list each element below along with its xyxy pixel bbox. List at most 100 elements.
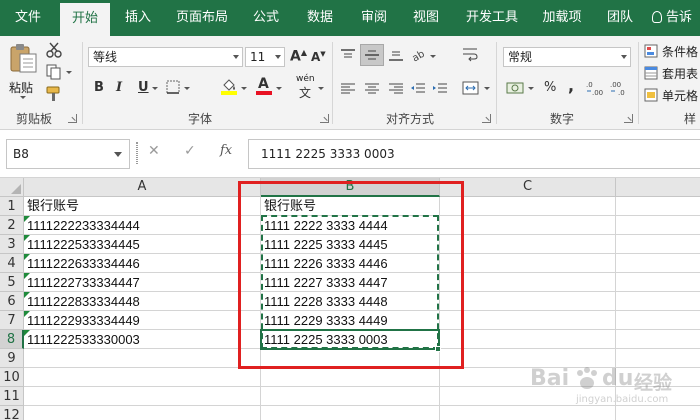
orientation-dropdown-icon[interactable] <box>430 55 436 58</box>
borders-dropdown-icon[interactable] <box>184 87 190 90</box>
row-header[interactable]: 4 <box>0 254 24 273</box>
decrease-font-size-icon[interactable]: A▼ <box>311 50 326 64</box>
cell-d6[interactable] <box>616 292 700 311</box>
currency-dropdown-icon[interactable] <box>528 87 534 90</box>
cell-a11[interactable] <box>24 387 261 406</box>
cell-c2[interactable] <box>440 216 616 235</box>
cell-d2[interactable] <box>616 216 700 235</box>
fill-color-dropdown-icon[interactable] <box>241 87 247 90</box>
tab-team[interactable]: 团队 <box>600 0 640 36</box>
cell-a1[interactable]: 银行账号 <box>24 197 261 216</box>
format-as-table-button[interactable]: 套用表 <box>644 64 700 82</box>
align-right-icon[interactable] <box>388 82 404 96</box>
copy-dropdown-icon[interactable] <box>66 71 72 74</box>
font-color-button[interactable]: A <box>256 76 272 96</box>
cell-a6[interactable]: 1111222833334448 <box>24 292 261 311</box>
insert-function-button[interactable]: fx <box>220 143 232 158</box>
cell-a12[interactable] <box>24 406 261 420</box>
cell-b8[interactable]: 1111 2225 3333 0003 <box>261 330 440 349</box>
row-header[interactable]: 10 <box>0 368 24 387</box>
cell-b4[interactable]: 1111 2226 3333 4446 <box>261 254 440 273</box>
align-center-icon[interactable] <box>364 82 380 96</box>
merge-dropdown-icon[interactable] <box>484 87 490 90</box>
cell-b2[interactable]: 1111 2222 3333 4444 <box>261 216 440 235</box>
cell-d3[interactable] <box>616 235 700 254</box>
tab-developer[interactable]: 开发工具 <box>460 0 524 36</box>
italic-button[interactable]: I <box>116 80 122 95</box>
align-middle-button[interactable] <box>360 44 384 66</box>
cell-a9[interactable] <box>24 349 261 368</box>
tab-review[interactable]: 审阅 <box>354 0 394 36</box>
row-header[interactable]: 8 <box>0 330 24 349</box>
cell-a10[interactable] <box>24 368 261 387</box>
cut-icon[interactable] <box>46 42 62 58</box>
orientation-icon[interactable]: ab <box>410 46 428 62</box>
tab-insert[interactable]: 插入 <box>118 0 158 36</box>
decrease-indent-icon[interactable] <box>410 82 426 96</box>
tab-page-layout[interactable]: 页面布局 <box>170 0 234 36</box>
cell-c4[interactable] <box>440 254 616 273</box>
align-bottom-icon[interactable] <box>388 48 404 62</box>
merge-center-icon[interactable] <box>462 80 480 96</box>
font-launcher-icon[interactable] <box>320 114 329 123</box>
cell-a4[interactable]: 1111222633334446 <box>24 254 261 273</box>
cell-c8[interactable] <box>440 330 616 349</box>
tab-data[interactable]: 数据 <box>300 0 340 36</box>
cell-c5[interactable] <box>440 273 616 292</box>
tab-file[interactable]: 文件 <box>8 0 48 36</box>
cell-styles-button[interactable]: 单元格 <box>644 86 700 104</box>
currency-icon[interactable] <box>506 80 526 96</box>
phonetic-guide-button[interactable]: wén 文 <box>294 74 320 100</box>
underline-dropdown-icon[interactable] <box>152 87 158 90</box>
number-format-dropdown[interactable]: 常规 <box>503 47 631 67</box>
increase-font-size-icon[interactable]: A▲ <box>290 48 307 65</box>
formula-input[interactable]: 1111 2225 3333 0003 <box>248 139 700 169</box>
cell-c1[interactable] <box>440 197 616 216</box>
cell-b9[interactable] <box>261 349 440 368</box>
row-header[interactable]: 6 <box>0 292 24 311</box>
cell-b10[interactable] <box>261 368 440 387</box>
cell-d8[interactable] <box>616 330 700 349</box>
format-painter-icon[interactable] <box>46 86 62 102</box>
cell-c7[interactable] <box>440 311 616 330</box>
cell-a3[interactable]: 1111222533334445 <box>24 235 261 254</box>
fill-handle[interactable] <box>435 346 441 352</box>
row-header[interactable]: 5 <box>0 273 24 292</box>
cell-b6[interactable]: 1111 2228 3333 4448 <box>261 292 440 311</box>
underline-button[interactable]: U <box>138 80 149 95</box>
copy-icon[interactable] <box>46 64 62 80</box>
row-header[interactable]: 7 <box>0 311 24 330</box>
align-top-icon[interactable] <box>340 48 356 62</box>
tab-formulas[interactable]: 公式 <box>246 0 286 36</box>
column-header-c[interactable]: C <box>440 178 616 197</box>
select-all-button[interactable] <box>0 178 24 197</box>
cell-b12[interactable] <box>261 406 440 420</box>
font-size-dropdown[interactable]: 11 <box>245 47 285 67</box>
wrap-text-icon[interactable] <box>462 46 478 62</box>
percent-button[interactable]: % <box>544 80 556 95</box>
row-header[interactable]: 2 <box>0 216 24 235</box>
cell-d1[interactable] <box>616 197 700 216</box>
align-left-icon[interactable] <box>340 82 356 96</box>
cell-a2[interactable]: 1111222233334444 <box>24 216 261 235</box>
cell-b3[interactable]: 1111 2225 3333 4445 <box>261 235 440 254</box>
decrease-decimal-icon[interactable]: .00.0 <box>610 80 630 96</box>
cell-b1[interactable]: 银行账号 <box>261 197 440 216</box>
column-header-a[interactable]: A <box>24 178 261 197</box>
cell-c3[interactable] <box>440 235 616 254</box>
name-box[interactable]: B8 <box>6 139 130 169</box>
tab-addins[interactable]: 加载项 <box>536 0 588 36</box>
conditional-formatting-button[interactable]: 条件格 <box>644 42 700 60</box>
formula-bar-splitter[interactable] <box>136 142 138 164</box>
phonetic-dropdown-icon[interactable] <box>318 87 324 90</box>
column-header-b[interactable]: B <box>261 178 440 197</box>
number-launcher-icon[interactable] <box>624 114 633 123</box>
column-header-d[interactable] <box>616 178 700 197</box>
tab-view[interactable]: 视图 <box>406 0 446 36</box>
cell-a8[interactable]: 1111222533330003 <box>24 330 261 349</box>
tab-home[interactable]: 开始 <box>60 3 110 36</box>
bold-button[interactable]: B <box>94 80 104 95</box>
cell-a5[interactable]: 1111222733334447 <box>24 273 261 292</box>
cancel-icon[interactable]: ✕ <box>148 143 160 159</box>
clipboard-launcher-icon[interactable] <box>68 114 77 123</box>
